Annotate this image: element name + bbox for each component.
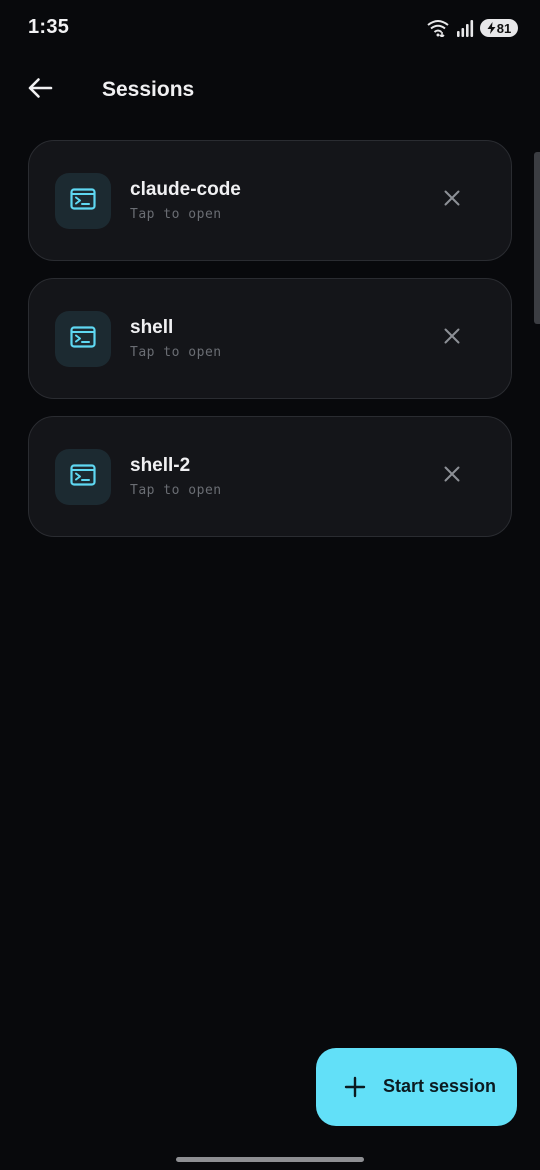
sessions-screen: 1:35 81 Sessions claude-code Tap to open… xyxy=(0,0,540,1170)
session-subtitle: Tap to open xyxy=(130,207,222,222)
plus-icon xyxy=(344,1076,366,1098)
session-card-claude-code[interactable]: claude-code Tap to open xyxy=(28,140,512,261)
close-icon xyxy=(444,190,460,211)
battery-charging-icon: 81 xyxy=(480,19,518,37)
close-session-button[interactable] xyxy=(437,461,467,491)
session-icon-tile xyxy=(55,449,111,505)
session-name: shell-2 xyxy=(130,455,191,476)
session-card-shell[interactable]: shell Tap to open xyxy=(28,278,512,399)
status-bar: 1:35 81 xyxy=(0,0,540,56)
status-icons: 81 xyxy=(426,18,518,38)
page-title: Sessions xyxy=(102,78,195,101)
terminal-icon xyxy=(70,463,96,491)
back-button[interactable] xyxy=(20,70,60,110)
session-list: claude-code Tap to open shell Tap to ope… xyxy=(28,140,512,554)
terminal-icon xyxy=(70,187,96,215)
signal-icon xyxy=(456,19,474,37)
session-name: claude-code xyxy=(130,179,241,200)
scrollbar[interactable] xyxy=(534,152,540,324)
session-subtitle: Tap to open xyxy=(130,345,222,360)
arrow-left-icon xyxy=(27,77,53,104)
close-icon xyxy=(444,466,460,487)
app-bar: Sessions xyxy=(0,62,540,118)
session-subtitle: Tap to open xyxy=(130,483,222,498)
terminal-icon xyxy=(70,325,96,353)
session-card-shell-2[interactable]: shell-2 Tap to open xyxy=(28,416,512,537)
start-session-button[interactable]: Start session xyxy=(316,1048,517,1126)
session-icon-tile xyxy=(55,173,111,229)
close-session-button[interactable] xyxy=(437,323,467,353)
home-indicator[interactable] xyxy=(176,1157,364,1162)
battery-level: 81 xyxy=(496,20,512,36)
session-name: shell xyxy=(130,317,174,338)
wifi-icon xyxy=(426,19,450,37)
start-session-label: Start session xyxy=(383,1076,497,1096)
status-time: 1:35 xyxy=(28,16,70,38)
close-icon xyxy=(444,328,460,349)
close-session-button[interactable] xyxy=(437,185,467,215)
session-icon-tile xyxy=(55,311,111,367)
